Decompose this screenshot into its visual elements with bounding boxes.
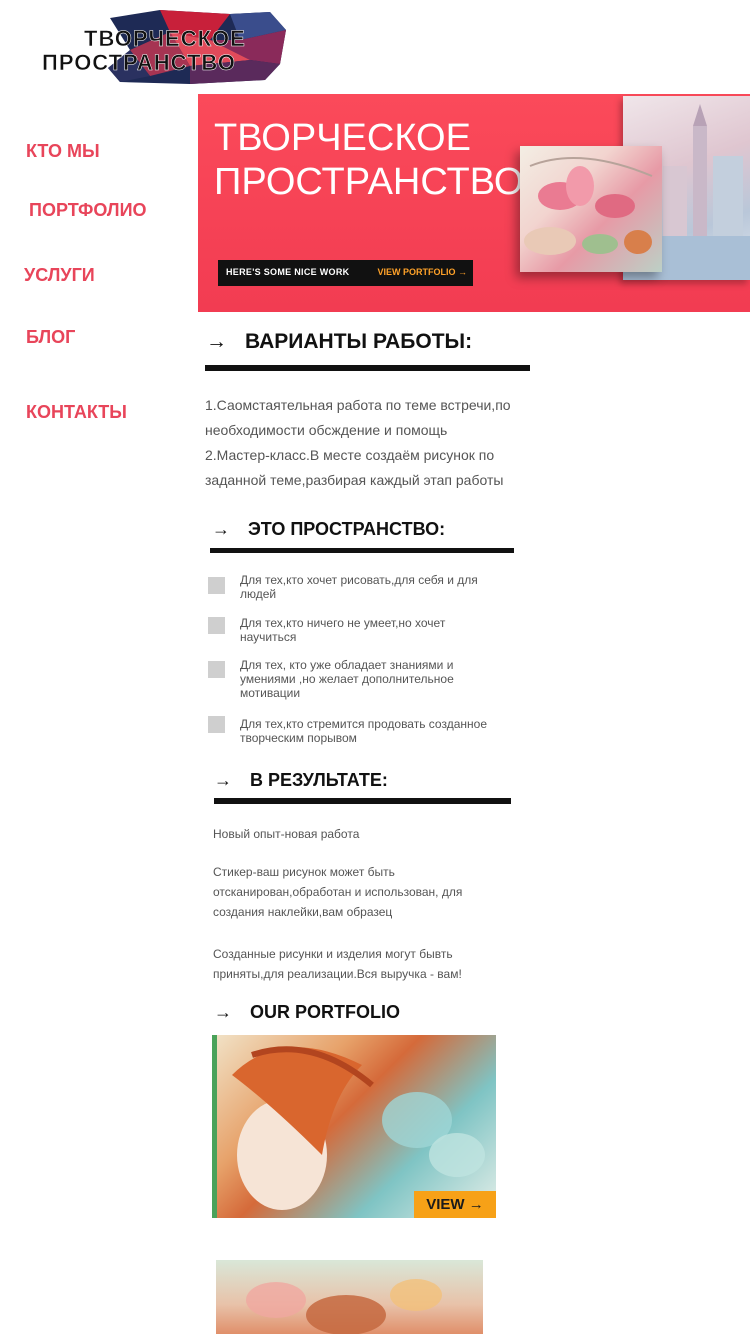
arrow-right-icon: → [212, 519, 230, 539]
section-divider [214, 798, 511, 804]
section-variants-text: 1.Саомстаятельная работа по теме встречи… [205, 393, 535, 493]
list-item-line: Для тех,кто хочет рисовать,для себя и дл… [240, 573, 478, 587]
portfolio-image-2[interactable] [216, 1260, 483, 1334]
list-item-line: мотивации [240, 686, 301, 700]
hero-artwork-flowers [520, 146, 662, 272]
checkbox[interactable] [208, 716, 225, 733]
hero-bar-text: HERE'S SOME NICE WORK [226, 267, 350, 277]
list-item-line: Для тех,кто стремится продовать созданно… [240, 717, 487, 731]
arrow-right-icon: → [214, 1002, 232, 1022]
variants-line-2: необходимости обсждение и помощь [205, 422, 448, 438]
view-portfolio-link[interactable]: VIEW PORTFOLIO → [378, 267, 468, 277]
list-item-line: творческим порывом [240, 731, 357, 745]
list-item-line: Для тех, кто уже обладает знаниями и [240, 658, 454, 672]
arrow-right-icon: → [214, 770, 232, 790]
result-paragraph-2: Стикер-ваш рисунок может быть отсканиров… [213, 862, 513, 922]
logo-text-line1: ТВОРЧЕСКОЕ [84, 26, 246, 51]
list-item-line: людей [240, 587, 277, 601]
hero-title-line1: ТВОРЧЕСКОЕ [214, 117, 471, 159]
list-item-line: научиться [240, 630, 297, 644]
checkbox[interactable] [208, 661, 225, 678]
nav-item-portfolio[interactable]: ПОРТФОЛИО [29, 200, 147, 221]
variants-line-1: 1.Саомстаятельная работа по теме встречи… [205, 397, 511, 413]
result-paragraph-3: Созданные рисунки и изделия могут бывть … [213, 944, 513, 984]
list-item: Для тех,кто стремится продовать созданно… [240, 717, 520, 745]
nav-item-services[interactable]: УСЛУГИ [24, 265, 95, 286]
section-portfolio-title: OUR PORTFOLIO [250, 1002, 400, 1022]
result-line: Созданные рисунки и изделия могут бывть [213, 947, 453, 961]
hero-cta-bar: HERE'S SOME NICE WORK VIEW PORTFOLIO → [218, 260, 473, 286]
section-result-heading: → В РЕЗУЛЬТАТЕ: [214, 770, 388, 791]
variants-line-4: заданной теме,разбирая каждый этап работ… [205, 472, 504, 488]
result-line: Стикер-ваш рисунок может быть [213, 865, 395, 879]
portfolio-image-1[interactable]: VIEW → [212, 1035, 496, 1218]
hero-banner: ТВОРЧЕСКОЕ ПРОСТРАНСТВО HERE'S SOME NICE… [198, 94, 750, 312]
list-item: Для тех,кто ничего не умеет,но хочет нау… [240, 616, 520, 644]
section-portfolio-heading: → OUR PORTFOLIO [214, 1002, 400, 1023]
result-line: отсканирован,обработан и использован, дл… [213, 885, 463, 899]
list-item: Для тех, кто уже обладает знаниями и уме… [240, 658, 520, 700]
section-result-title: В РЕЗУЛЬТАТЕ: [250, 770, 388, 790]
checkbox[interactable] [208, 617, 225, 634]
view-button[interactable]: VIEW → [414, 1191, 496, 1218]
list-item: Для тех,кто хочет рисовать,для себя и дл… [240, 573, 520, 601]
arrow-right-icon: → [206, 330, 227, 353]
logo-text-line2: ПРОСТРАНСТВО [42, 50, 236, 75]
section-variants-title: ВАРИАНТЫ РАБОТЫ: [245, 330, 473, 353]
result-paragraph-1: Новый опыт-новая работа [213, 827, 360, 841]
nav-item-blog[interactable]: БЛОГ [26, 327, 75, 348]
checkbox[interactable] [208, 577, 225, 594]
section-divider [205, 365, 530, 371]
hero-title-line2: ПРОСТРАНСТВО [214, 161, 524, 203]
section-space-title: ЭТО ПРОСТРАНСТВО: [248, 519, 446, 539]
nav-item-contacts[interactable]: КОНТАКТЫ [26, 402, 127, 423]
list-item-line: Для тех,кто ничего не умеет,но хочет [240, 616, 446, 630]
section-variants-heading: → ВАРИАНТЫ РАБОТЫ: [206, 330, 472, 354]
nav-item-about[interactable]: КТО МЫ [26, 141, 100, 162]
result-line: приняты,для реализации.Вся выручка - вам… [213, 967, 462, 981]
variants-line-3: 2.Мастер-класс.В месте создаём рисунок п… [205, 447, 495, 463]
result-line: создания наклейки,вам образец [213, 905, 393, 919]
hero-title: ТВОРЧЕСКОЕ ПРОСТРАНСТВО [214, 116, 523, 204]
logo[interactable]: ТВОРЧЕСКОЕ ПРОСТРАНСТВО [40, 10, 290, 86]
section-divider [210, 548, 514, 553]
list-item-line: умениями ,но желает дополнительное [240, 672, 454, 686]
section-space-heading: → ЭТО ПРОСТРАНСТВО: [212, 519, 445, 540]
